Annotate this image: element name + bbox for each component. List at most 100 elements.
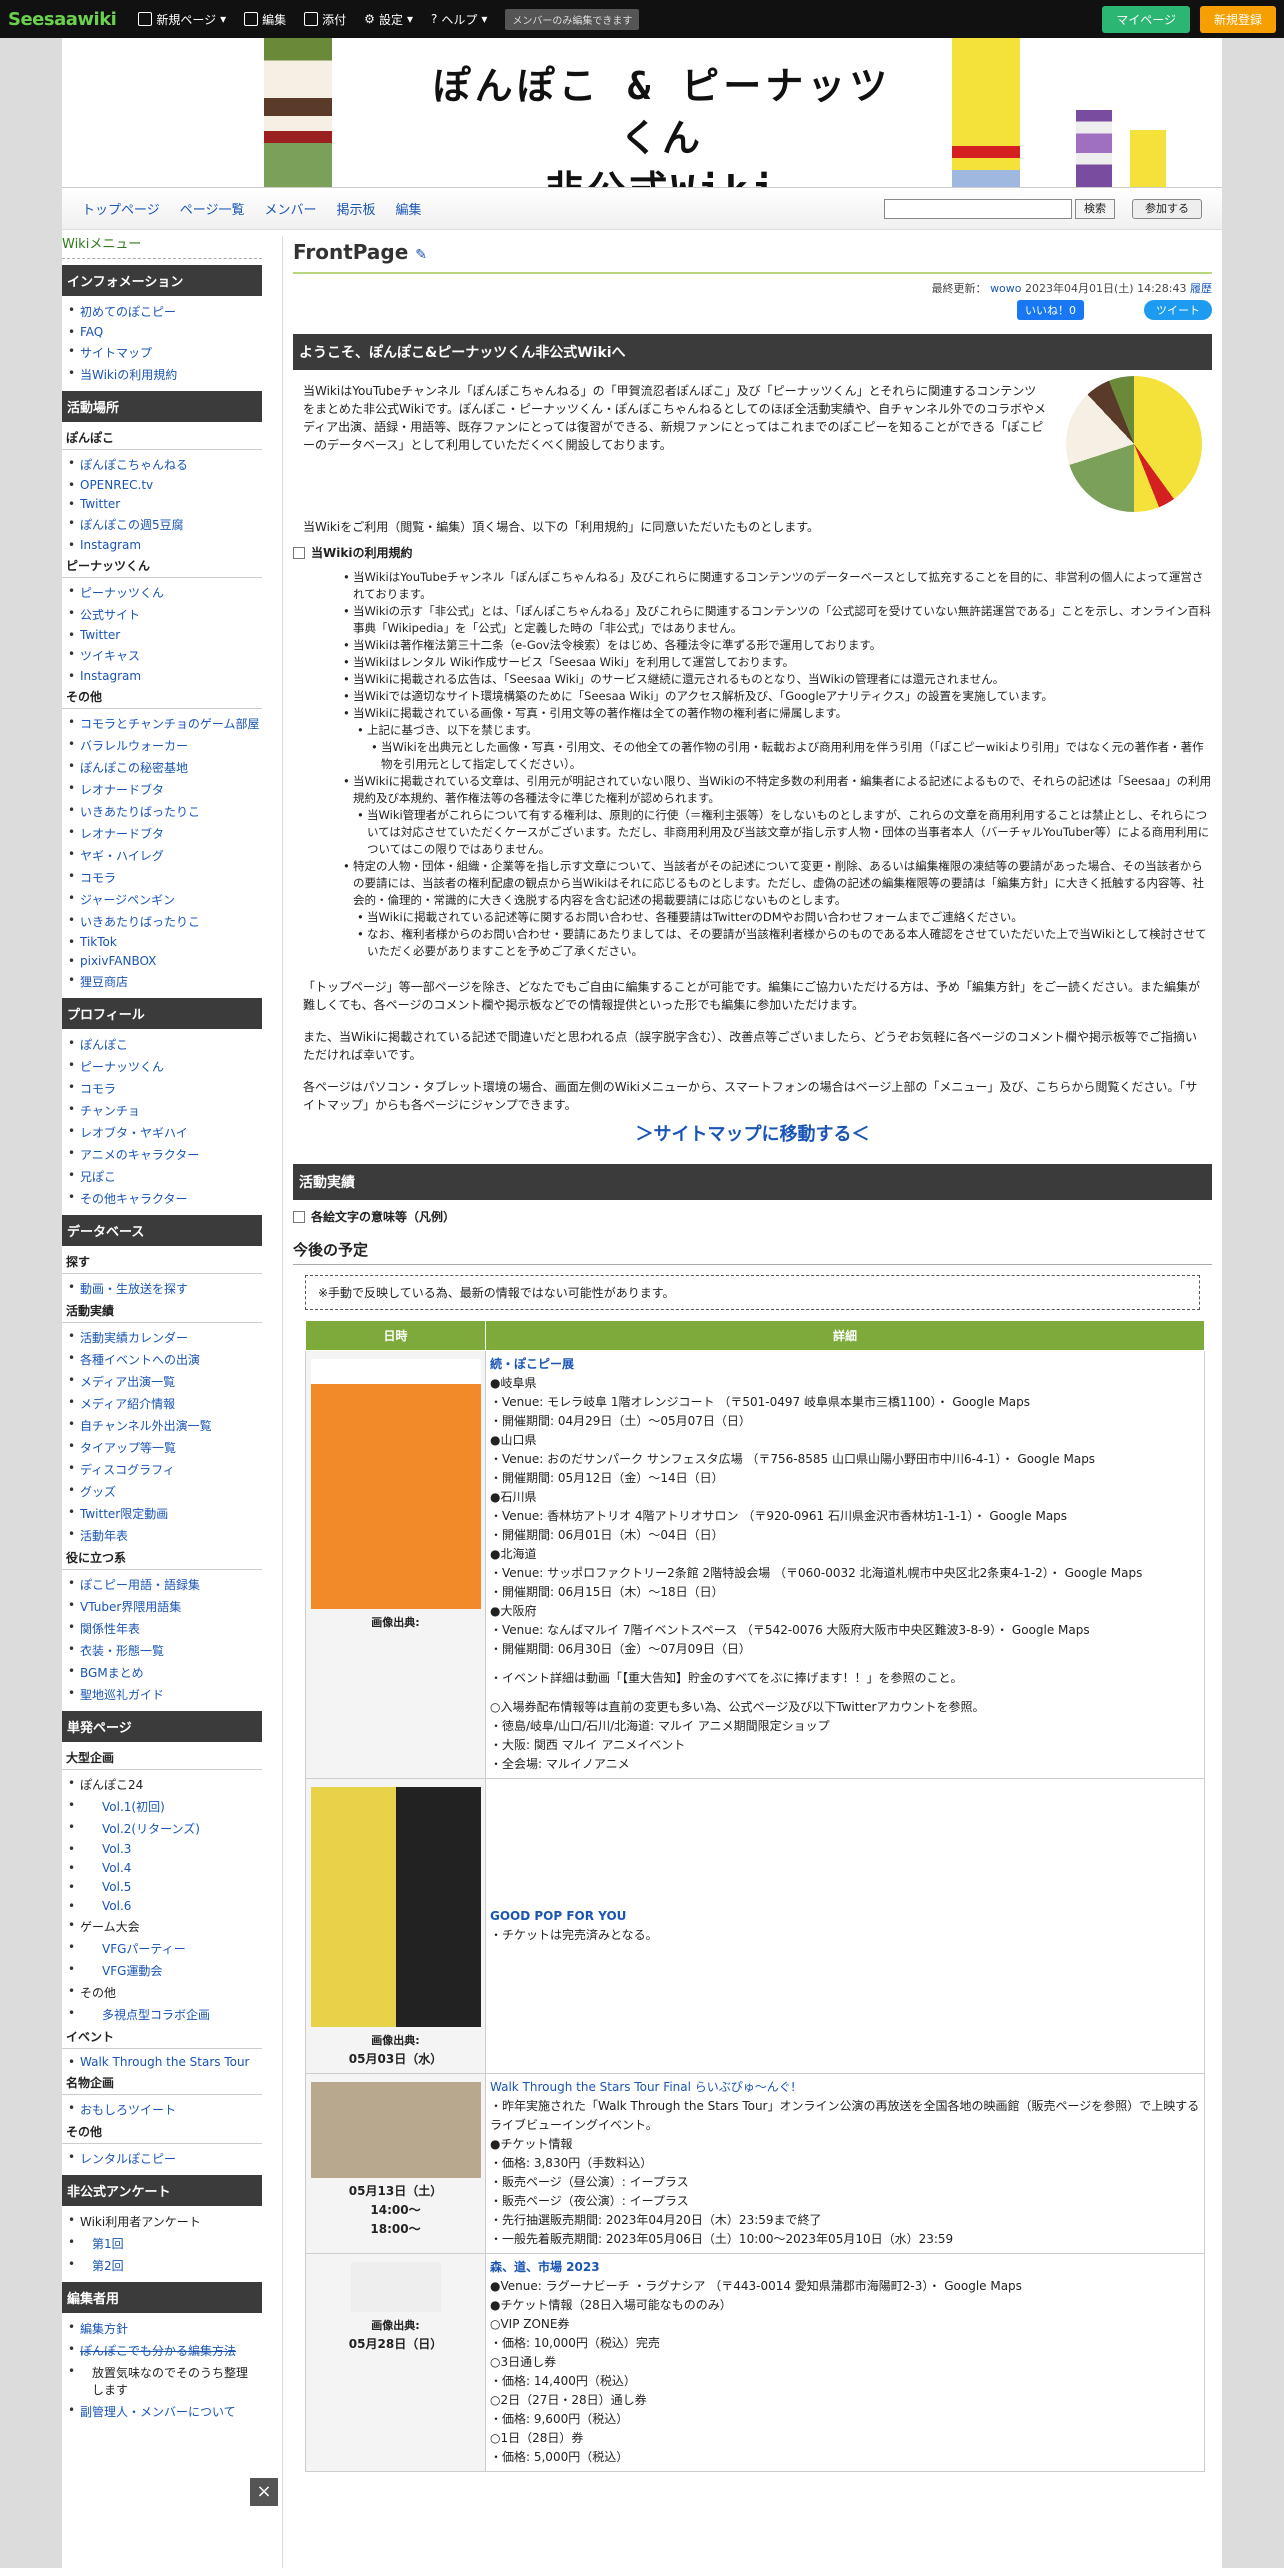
sidebar-item[interactable]: 兄ぽこ (62, 1165, 262, 1187)
sidebar-item[interactable]: アニメのキャラクター (62, 1143, 262, 1165)
sidebar-item[interactable]: 動画・生放送を探す (62, 1277, 262, 1299)
sidebar-item[interactable]: Vol.2(リターンズ) (62, 1817, 262, 1839)
terms-toggle[interactable]: 当Wikiの利用規約 (293, 544, 1212, 561)
search-input[interactable] (884, 198, 1072, 219)
facebook-like-button[interactable]: いいね！0 (1017, 300, 1084, 320)
search-button[interactable]: 検索 (1075, 198, 1115, 219)
sidebar-item[interactable]: ぽんぽこ (62, 1033, 262, 1055)
sidebar-item[interactable]: ぽこピー用語・語録集 (62, 1573, 262, 1595)
sidebar-item[interactable]: 各種イベントへの出演 (62, 1348, 262, 1370)
nav-members[interactable]: メンバー (265, 199, 317, 218)
sidebar-item[interactable]: ぽんぽこの秘密基地 (62, 756, 262, 778)
sidebar-item[interactable]: 狸豆商店 (62, 970, 262, 992)
sidebar-item[interactable]: その他キャラクター (62, 1187, 262, 1209)
sidebar-item[interactable]: 衣装・形態一覧 (62, 1639, 262, 1661)
sidebar-item[interactable]: Instagram (62, 535, 262, 554)
sidebar-item[interactable]: チャンチョ (62, 1099, 262, 1121)
settings-menu[interactable]: ⚙ 設定 ▾ (364, 11, 413, 28)
sidebar-item[interactable]: 副管理人・メンバーについて (62, 2400, 262, 2422)
nav-board[interactable]: 掲示板 (337, 199, 376, 218)
sidebar-item[interactable]: レオナードブタ (62, 822, 262, 844)
sidebar-item[interactable]: VFGパーティー (62, 1937, 262, 1959)
mypage-button[interactable]: マイページ (1102, 5, 1190, 33)
sidebar-item[interactable]: ぽんぽこちゃんねる (62, 453, 262, 475)
sidebar-item[interactable]: 活動年表 (62, 1524, 262, 1546)
event-poster[interactable] (310, 1359, 481, 1609)
sidebar-item[interactable]: メディア紹介情報 (62, 1392, 262, 1414)
sidebar-item[interactable]: コモラ (62, 1077, 262, 1099)
sidebar-item[interactable]: いきあたりばったりこ (62, 800, 262, 822)
sidebar-item[interactable]: レオナードブタ (62, 778, 262, 800)
nav-pages[interactable]: ページ一覧 (180, 199, 245, 218)
sidebar-item[interactable]: おもしろツイート (62, 2098, 262, 2120)
event-title[interactable]: GOOD POP FOR YOU (490, 1907, 1200, 1926)
sidebar-item[interactable]: コモラ (62, 866, 262, 888)
attach-menu[interactable]: 添付 (304, 11, 346, 28)
sidebar-item[interactable]: Vol.1(初回) (62, 1795, 262, 1817)
sidebar-item[interactable]: タイアップ等一覧 (62, 1436, 262, 1458)
sidebar-item[interactable]: コモラとチャンチョのゲーム部屋 (62, 712, 262, 734)
event-poster[interactable] (350, 2262, 441, 2312)
nav-edit[interactable]: 編集 (396, 199, 422, 218)
tweet-button[interactable]: ツイート (1144, 300, 1212, 320)
sidebar-item[interactable]: Instagram (62, 666, 262, 685)
sidebar-item[interactable]: 第2回 (62, 2254, 262, 2276)
sidebar-item[interactable]: 公式サイト (62, 603, 262, 625)
sitemap-link[interactable]: ＞サイトマップに移動する＜ (293, 1120, 1212, 1146)
join-button[interactable]: 参加する (1132, 198, 1202, 219)
sidebar-item[interactable]: ジャージペンギン (62, 888, 262, 910)
close-icon[interactable]: × (250, 2478, 278, 2506)
sidebar-item[interactable]: OPENREC.tv (62, 475, 262, 494)
sidebar-item[interactable]: BGMまとめ (62, 1661, 262, 1683)
event-poster[interactable] (310, 2082, 481, 2178)
sidebar-item[interactable]: 自チャンネル外出演一覧 (62, 1414, 262, 1436)
event-title[interactable]: Walk Through the Stars Tour Final らいぶぴゅ～… (490, 2078, 1200, 2097)
sidebar-item[interactable]: レオブタ・ヤギハイ (62, 1121, 262, 1143)
sidebar-item[interactable]: ツイキャス (62, 644, 262, 666)
sidebar-item[interactable]: Twitter限定動画 (62, 1502, 262, 1524)
pencil-icon[interactable]: ✎ (415, 247, 427, 263)
sidebar-item[interactable]: ぽんぽこの週5豆腐 (62, 513, 262, 535)
sidebar-item[interactable]: グッズ (62, 1480, 262, 1502)
sidebar-item[interactable]: VTuber界隈用語集 (62, 1595, 262, 1617)
event-title[interactable]: 続・ぽこピー展 (490, 1355, 1200, 1374)
sidebar-item[interactable]: FAQ (62, 322, 262, 341)
legend-toggle[interactable]: 各絵文字の意味等（凡例） (293, 1208, 1212, 1225)
sidebar-item[interactable]: 編集方針 (62, 2317, 262, 2339)
sidebar-item[interactable]: 聖地巡礼ガイド (62, 1683, 262, 1705)
event-poster[interactable] (310, 1787, 481, 2027)
sidebar-item[interactable]: ぽんぽこでも分かる編集方法 (62, 2339, 262, 2361)
help-menu[interactable]: ? ヘルプ ▾ (431, 11, 487, 28)
sidebar-item[interactable]: VFG運動会 (62, 1959, 262, 1981)
sidebar-item[interactable]: 活動実績カレンダー (62, 1326, 262, 1348)
sidebar-item[interactable]: ヤギ・ハイレグ (62, 844, 262, 866)
sidebar-item[interactable]: サイトマップ (62, 341, 262, 363)
history-link[interactable]: 履歴 (1190, 282, 1212, 295)
sidebar-item[interactable]: 初めてのぽこピー (62, 300, 262, 322)
sidebar-item[interactable]: Vol.3 (62, 1839, 262, 1858)
seesaa-logo[interactable]: Seesaawiki (8, 9, 117, 30)
sidebar-item[interactable]: Vol.6 (62, 1896, 262, 1915)
sidebar-item[interactable]: Vol.5 (62, 1877, 262, 1896)
sidebar-item[interactable]: pixivFANBOX (62, 951, 262, 970)
sidebar-item[interactable]: TikTok (62, 932, 262, 951)
sidebar-item[interactable]: 関係性年表 (62, 1617, 262, 1639)
new-page-menu[interactable]: 新規ページ ▾ (138, 11, 226, 28)
nav-top[interactable]: トップページ (82, 199, 160, 218)
sidebar-header[interactable]: Wikiメニュー (62, 230, 262, 259)
event-title[interactable]: 森、道、市場 2023 (490, 2258, 1200, 2277)
sidebar-item[interactable]: Twitter (62, 625, 262, 644)
sidebar-item[interactable]: ピーナッツくん (62, 1055, 262, 1077)
sidebar-item[interactable]: ピーナッツくん (62, 581, 262, 603)
sidebar-item[interactable]: ディスコグラフィ (62, 1458, 262, 1480)
sidebar-item[interactable]: メディア出演一覧 (62, 1370, 262, 1392)
sidebar-item[interactable]: 当Wikiの利用規約 (62, 363, 262, 385)
sidebar-item[interactable]: レンタルぽこピー (62, 2147, 262, 2169)
meta-user[interactable]: wowo (990, 282, 1021, 295)
sidebar-item[interactable]: Twitter (62, 494, 262, 513)
sidebar-item[interactable]: いきあたりばったりこ (62, 910, 262, 932)
sidebar-item[interactable]: Vol.4 (62, 1858, 262, 1877)
sidebar-item[interactable]: Walk Through the Stars Tour (62, 2052, 262, 2071)
sidebar-item[interactable]: バラレルウォーカー (62, 734, 262, 756)
sidebar-item[interactable]: 第1回 (62, 2232, 262, 2254)
